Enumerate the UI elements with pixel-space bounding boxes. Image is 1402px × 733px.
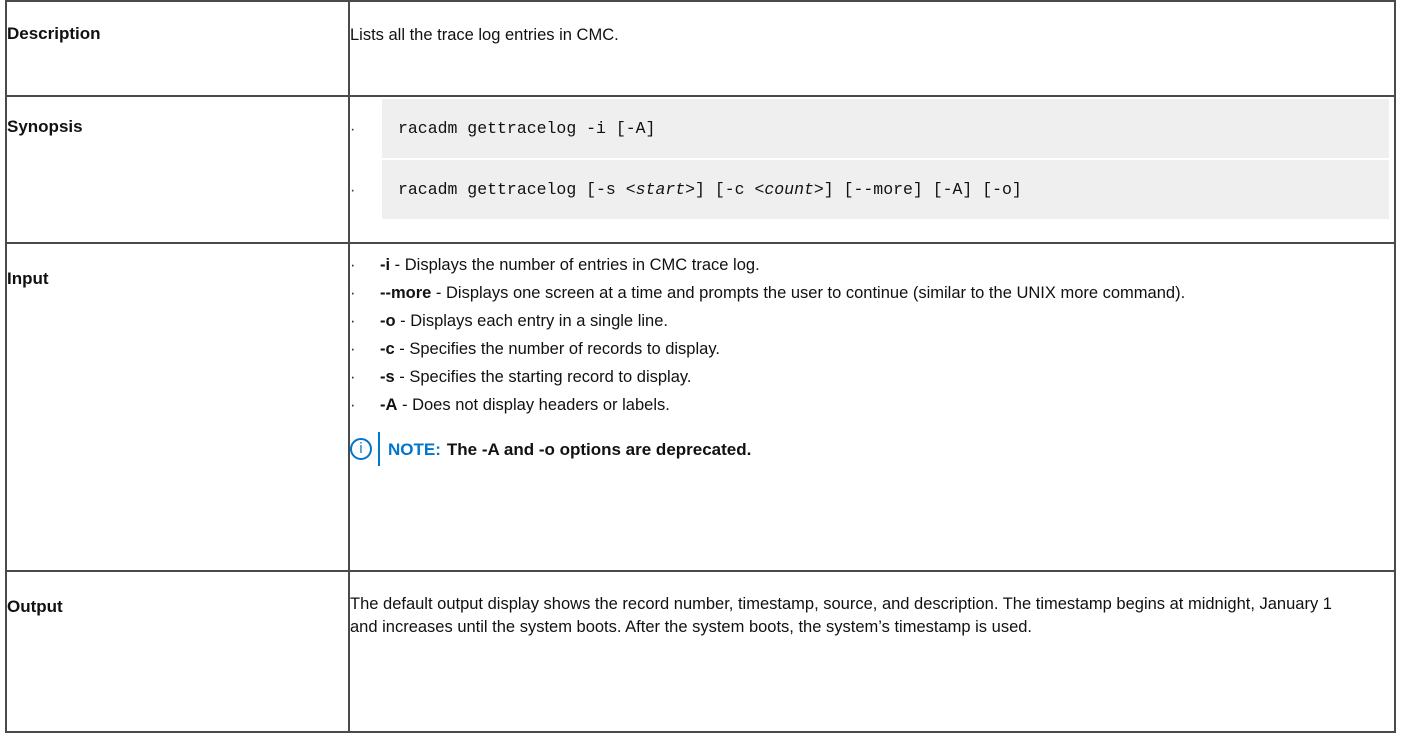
list-item: · -s - Specifies the starting record to d… xyxy=(350,366,1394,389)
synopsis-label: Synopsis xyxy=(5,95,350,244)
note-text: The -A and -o options are deprecated. xyxy=(446,439,752,459)
description-cell: Lists all the trace log entries in CMC. xyxy=(348,0,1396,97)
input-label: Input xyxy=(5,242,350,572)
list-item: · --more - Displays one screen at a time … xyxy=(350,282,1394,305)
code-text: >] [--more] [-A] [-o] xyxy=(813,180,1022,199)
code-text: >] [-c < xyxy=(685,180,765,199)
code-placeholder-count: count xyxy=(764,180,814,199)
description-label: Description xyxy=(5,0,350,97)
list-item: · -A - Does not display headers or labels… xyxy=(350,394,1394,417)
option-flag: -i xyxy=(380,256,391,274)
code-text: racadm gettracelog -i [-A] xyxy=(398,119,656,138)
option-desc: - Does not display headers or labels. xyxy=(397,396,670,414)
option-desc: - Displays the number of entries in CMC … xyxy=(390,256,760,274)
info-icon: i xyxy=(350,438,372,460)
output-label: Output xyxy=(5,570,350,733)
list-item: · -c - Specifies the number of records to… xyxy=(350,338,1394,361)
bullet-icon: · xyxy=(350,182,356,199)
list-item: · -o - Displays each entry in a single li… xyxy=(350,310,1394,333)
code-block: racadm gettracelog [-s <start>] [-c <cou… xyxy=(382,160,1389,219)
bullet-icon: · xyxy=(350,396,356,414)
row-input: Input · -i - Displays the number of entri… xyxy=(5,242,1396,572)
code-block: racadm gettracelog -i [-A] xyxy=(382,99,1389,158)
option-flag: -A xyxy=(380,396,398,414)
row-description: Description Lists all the trace log entr… xyxy=(5,0,1396,97)
description-text: Lists all the trace log entries in CMC. xyxy=(350,26,619,44)
output-cell: The default output display shows the rec… xyxy=(348,570,1396,733)
bullet-icon: · xyxy=(350,284,356,302)
output-text: The default output display shows the rec… xyxy=(350,595,1332,636)
command-reference-table: Description Lists all the trace log entr… xyxy=(5,0,1396,733)
bullet-icon: · xyxy=(350,368,356,386)
option-flag: -c xyxy=(380,340,395,358)
bullet-icon: · xyxy=(350,340,356,358)
list-item: · -i - Displays the number of entries in … xyxy=(350,254,1394,277)
code-text: racadm gettracelog [-s < xyxy=(398,180,636,199)
note-callout: i NOTE: The -A and -o options are deprec… xyxy=(350,431,1394,467)
synopsis-cell: · racadm gettracelog -i [-A] · racadm ge… xyxy=(348,95,1396,244)
option-list: · -i - Displays the number of entries in … xyxy=(350,254,1394,417)
option-flag: --more xyxy=(380,284,432,302)
bullet-icon: · xyxy=(350,312,356,330)
input-cell: · -i - Displays the number of entries in … xyxy=(348,242,1396,572)
synopsis-item: · racadm gettracelog [-s <start>] [-c <c… xyxy=(350,160,1394,219)
option-desc: - Displays each entry in a single line. xyxy=(395,312,668,330)
bullet-icon: · xyxy=(350,256,356,274)
note-label: NOTE: xyxy=(388,439,441,459)
code-placeholder-start: start xyxy=(635,180,686,199)
option-flag: -s xyxy=(380,368,395,386)
row-output: Output The default output display shows … xyxy=(5,570,1396,733)
option-flag: -o xyxy=(380,312,396,330)
option-desc: - Specifies the starting record to displ… xyxy=(394,368,692,386)
option-desc: - Displays one screen at a time and prom… xyxy=(431,284,1186,302)
row-synopsis: Synopsis · racadm gettracelog -i [-A] · … xyxy=(5,95,1396,244)
bullet-icon: · xyxy=(350,121,356,138)
synopsis-item: · racadm gettracelog -i [-A] xyxy=(350,99,1394,158)
note-divider xyxy=(378,432,380,466)
option-desc: - Specifies the number of records to dis… xyxy=(394,340,720,358)
